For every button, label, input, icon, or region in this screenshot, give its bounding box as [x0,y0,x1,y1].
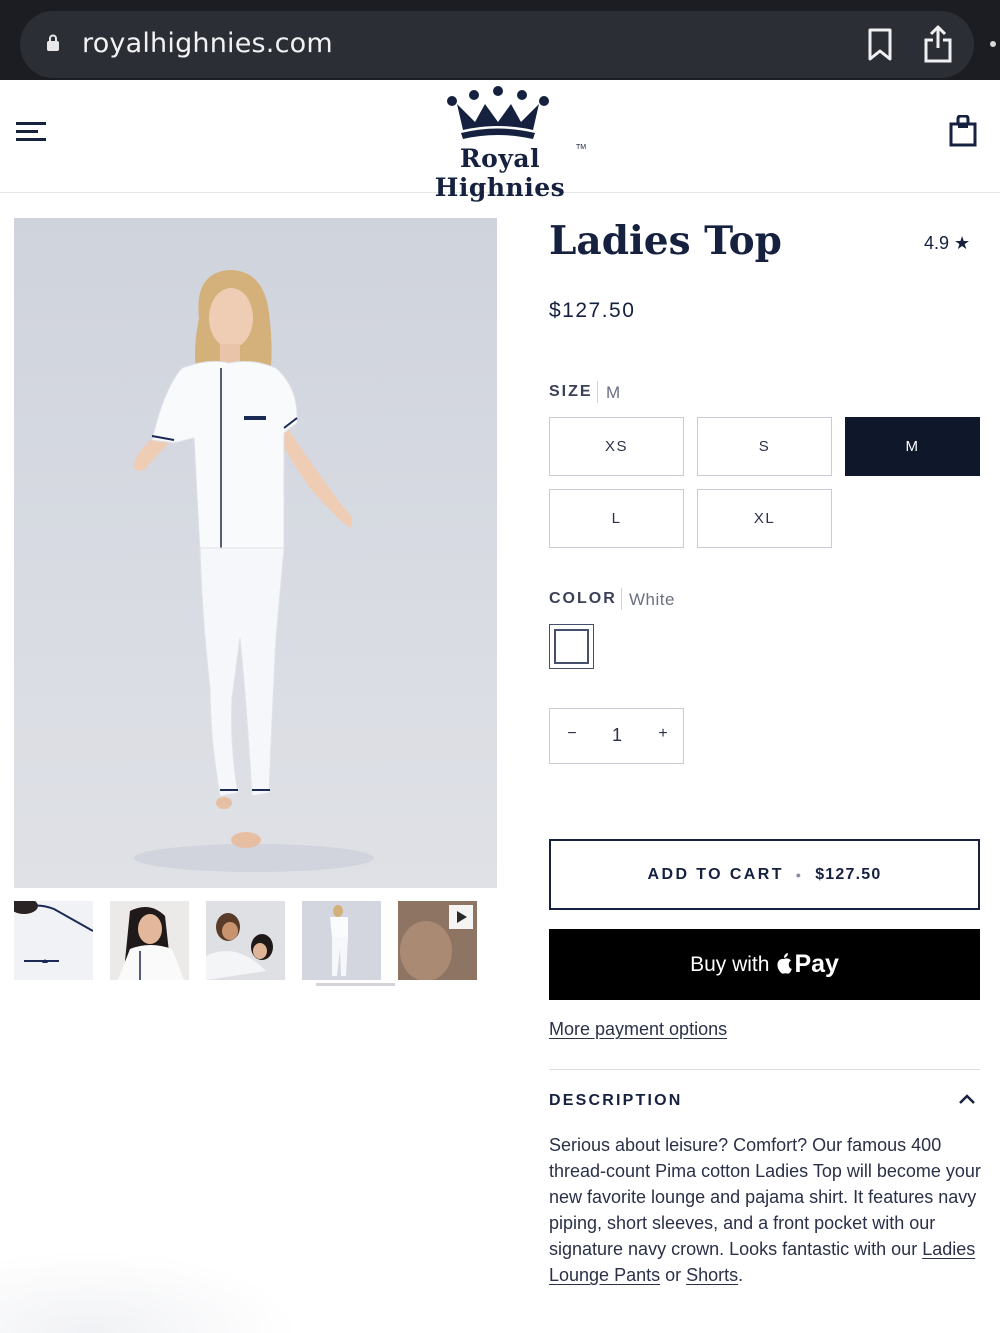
description-text: Serious about leisure? Comfort? Our famo… [549,1132,987,1288]
description-heading[interactable]: DESCRIPTION [549,1092,683,1110]
quantity-decrease-button[interactable]: − [562,725,582,747]
model-photo [133,270,374,872]
share-icon[interactable] [922,24,954,64]
quantity-stepper: − 1 + [549,708,684,764]
thumbnail-video[interactable] [398,901,477,980]
bottom-left-shadow [0,1250,300,1333]
crown-icon [447,86,549,139]
size-option-m[interactable]: M [845,417,980,476]
url-text[interactable]: royalhighnies.com [82,28,333,59]
apple-pay-word: Pay [794,950,839,978]
more-payment-options-link[interactable]: More payment options [549,1019,727,1040]
product-title: Ladies Top [549,218,782,264]
shorts-link[interactable]: Shorts [686,1265,738,1285]
add-to-cart-button[interactable]: ADD TO CART • $127.50 [549,839,980,910]
quantity-value[interactable]: 1 [606,725,628,747]
apple-logo-icon [777,952,793,974]
apple-pay-prefix: Buy with [690,952,770,976]
add-to-cart-price: $127.50 [815,865,882,883]
size-option-xs[interactable]: XS [549,417,684,476]
lock-icon [47,34,59,51]
size-separator [597,381,598,403]
more-dot-icon[interactable] [990,41,996,47]
apple-pay-button[interactable]: Buy with Pay [549,929,980,1000]
product-price: $127.50 [549,299,636,322]
color-selected-value: White [629,590,675,609]
menu-icon[interactable] [16,120,48,142]
product-main-image[interactable] [14,218,497,888]
thumbnail-active-indicator [316,983,395,986]
add-to-cart-label: ADD TO CART [647,865,784,883]
chevron-up-icon[interactable] [958,1092,976,1106]
shopping-bag-icon[interactable] [949,115,977,147]
thumbnail-couple-lounging[interactable] [206,901,285,980]
description-conjunction: or [660,1265,687,1285]
trademark-mark: TM [576,144,587,151]
size-option-l[interactable]: L [549,489,684,548]
size-option-xl[interactable]: XL [697,489,832,548]
size-selected-value: M [606,383,621,402]
thumbnail-strip [14,901,497,987]
thumbnail-full-length[interactable] [302,901,381,980]
size-label: SIZE [549,383,593,400]
color-separator [621,588,622,610]
brand-logo[interactable]: Royal Highnies TM [400,86,600,202]
site-header: Royal Highnies TM [0,80,1000,202]
size-option-s[interactable]: S [697,417,832,476]
description-body: Serious about leisure? Comfort? Our famo… [549,1135,981,1259]
bookmark-icon[interactable] [866,28,894,62]
quantity-increase-button[interactable]: + [653,725,673,747]
color-label: COLOR [549,590,617,607]
description-period: . [738,1265,744,1285]
thumbnail-pocket-closeup[interactable] [14,901,93,980]
section-divider [549,1069,980,1070]
browser-toolbar: royalhighnies.com [0,0,1000,80]
product-rating[interactable]: 4.9 ★ [924,233,970,254]
add-to-cart-separator: • [795,866,804,883]
thumbnail-model-smiling[interactable] [110,901,189,980]
logo-wordmark: Royal Highnies [434,144,566,202]
color-swatch-white[interactable] [549,624,594,669]
